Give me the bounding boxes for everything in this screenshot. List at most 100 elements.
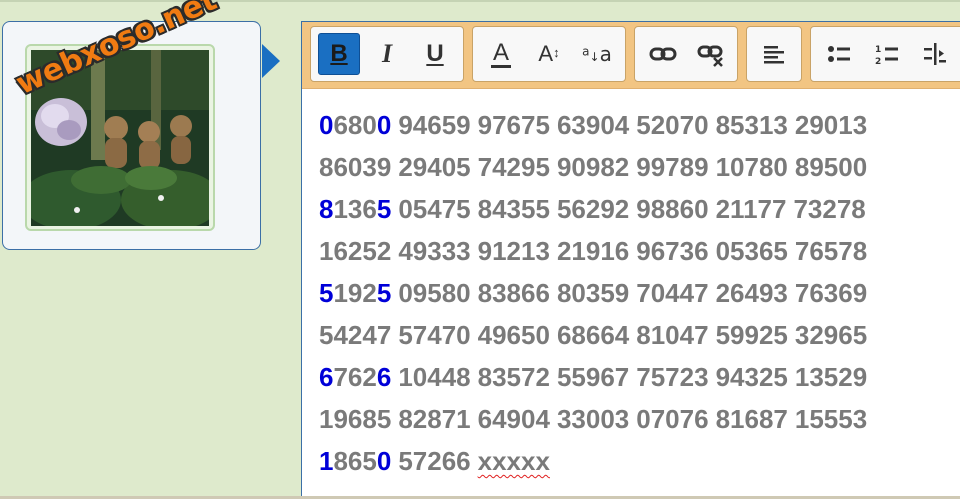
- number: 29405: [398, 152, 471, 182]
- svg-text:2: 2: [875, 57, 881, 67]
- number: 80359: [556, 278, 630, 308]
- bold-button[interactable]: B: [318, 33, 360, 75]
- number: 70447: [636, 278, 709, 308]
- toolbar-group-link: [634, 26, 738, 82]
- number-highlight-digit: 0: [376, 446, 392, 476]
- toolbar-group-format: B I U: [310, 26, 464, 82]
- number: 76578: [794, 236, 868, 266]
- number-highlight-digit: 0: [319, 110, 334, 140]
- number-highlight-digit: 8: [319, 194, 334, 224]
- font-case-icon: a↓a: [582, 42, 612, 66]
- number-highlight-digit: 5: [376, 194, 392, 224]
- number-middle: 865: [333, 446, 377, 476]
- number: 57470: [398, 320, 471, 350]
- number: 32965: [794, 320, 868, 350]
- font-case-button[interactable]: a↓a: [576, 33, 618, 75]
- number: 13529: [794, 362, 868, 392]
- number: 99789: [636, 152, 709, 182]
- number-highlight-digit: 0: [376, 110, 392, 140]
- underline-button[interactable]: U: [414, 33, 456, 75]
- align-left-icon: [764, 46, 784, 64]
- misspelled-text: xxxxx: [477, 446, 550, 476]
- number-highlight-digit: 1: [319, 446, 334, 476]
- align-left-button[interactable]: [753, 33, 795, 75]
- number-middle: 136: [333, 194, 377, 224]
- number: 54247: [319, 320, 392, 350]
- number: 52070: [636, 110, 709, 140]
- unlink-icon: [697, 45, 723, 67]
- number-middle: 762: [333, 362, 377, 392]
- number: 94659: [398, 110, 471, 140]
- unlink-button[interactable]: [690, 33, 732, 75]
- toolbar-group-align: [746, 26, 802, 82]
- text-line: 51925 09580 83866 80359 70447 26493 76369: [319, 272, 959, 314]
- number: 89500: [794, 152, 868, 182]
- number: 86039: [319, 152, 392, 182]
- number: 94325: [715, 362, 788, 392]
- indent-icon: [924, 43, 946, 65]
- highlighted-number: 81365: [319, 188, 391, 230]
- toolbar-group-list: 1 2: [810, 26, 960, 82]
- number: 75723: [636, 362, 709, 392]
- editor-content[interactable]: 06800 94659 97675 63904 52070 85313 29013 86039…: [319, 104, 959, 482]
- number: 97675: [477, 110, 550, 140]
- speech-pointer: [262, 44, 280, 78]
- font-size-icon: A↕: [538, 41, 560, 66]
- number: 76369: [794, 278, 868, 308]
- number: 21916: [556, 236, 630, 266]
- number: 81047: [636, 320, 709, 350]
- number: 81687: [715, 404, 788, 434]
- number-middle: 680: [333, 110, 377, 140]
- font-size-button[interactable]: A↕: [528, 33, 570, 75]
- number: 84355: [477, 194, 550, 224]
- indent-button[interactable]: [914, 33, 956, 75]
- number: 82871: [398, 404, 471, 434]
- number: 68664: [556, 320, 630, 350]
- number: 55967: [556, 362, 630, 392]
- text-line: 18650 57266 xxxxx: [319, 440, 959, 482]
- number: 64904: [477, 404, 550, 434]
- number-highlight-digit: 5: [319, 278, 334, 308]
- number: 19685: [319, 404, 392, 434]
- number: 85313: [715, 110, 788, 140]
- text-editor[interactable]: B I U A A↕ a↓a 1 2 06800 94659 97675 639…: [301, 21, 960, 499]
- number: 73278: [793, 194, 866, 224]
- number: 83572: [477, 362, 550, 392]
- text-color-button[interactable]: A: [480, 33, 522, 75]
- text-color-icon: A: [490, 38, 511, 68]
- number: 26493: [715, 278, 788, 308]
- text-line: 06800 94659 97675 63904 52070 85313 29013: [319, 104, 959, 146]
- number: 49650: [477, 320, 550, 350]
- highlighted-number: 18650: [319, 440, 391, 482]
- text-line: 67626 10448 83572 55967 75723 94325 13529: [319, 356, 959, 398]
- avatar-card: webxoso.net: [2, 0, 261, 250]
- number: 16252: [319, 236, 392, 266]
- number: 10780: [715, 152, 788, 182]
- link-icon: [649, 47, 677, 61]
- italic-icon: I: [381, 39, 393, 68]
- number: 96736: [636, 236, 709, 266]
- link-button[interactable]: [642, 33, 684, 75]
- bulleted-list-button[interactable]: [818, 33, 860, 75]
- number-highlight-digit: 5: [376, 278, 392, 308]
- number: 15553: [794, 404, 868, 434]
- top-border: [0, 0, 960, 2]
- number: 74295: [477, 152, 550, 182]
- number-highlight-digit: 6: [319, 362, 334, 392]
- text-line: 81365 05475 84355 56292 98860 21177 73278: [319, 188, 959, 230]
- number: 29013: [794, 110, 868, 140]
- number: 09580: [398, 278, 471, 308]
- number: 57266: [398, 446, 471, 476]
- number: 63904: [556, 110, 630, 140]
- number: 59925: [715, 320, 788, 350]
- number: 56292: [556, 194, 630, 224]
- text-line: 19685 82871 64904 33003 07076 81687 15553: [319, 398, 959, 440]
- svg-text:1: 1: [875, 45, 881, 55]
- toolbar-group-font: A A↕ a↓a: [472, 26, 626, 82]
- bulleted-list-icon: [828, 46, 850, 62]
- numbered-list-button[interactable]: 1 2: [866, 33, 908, 75]
- number: 83866: [477, 278, 550, 308]
- italic-button[interactable]: I: [366, 33, 408, 75]
- number: 21177: [715, 194, 787, 224]
- number: 10448: [398, 362, 471, 392]
